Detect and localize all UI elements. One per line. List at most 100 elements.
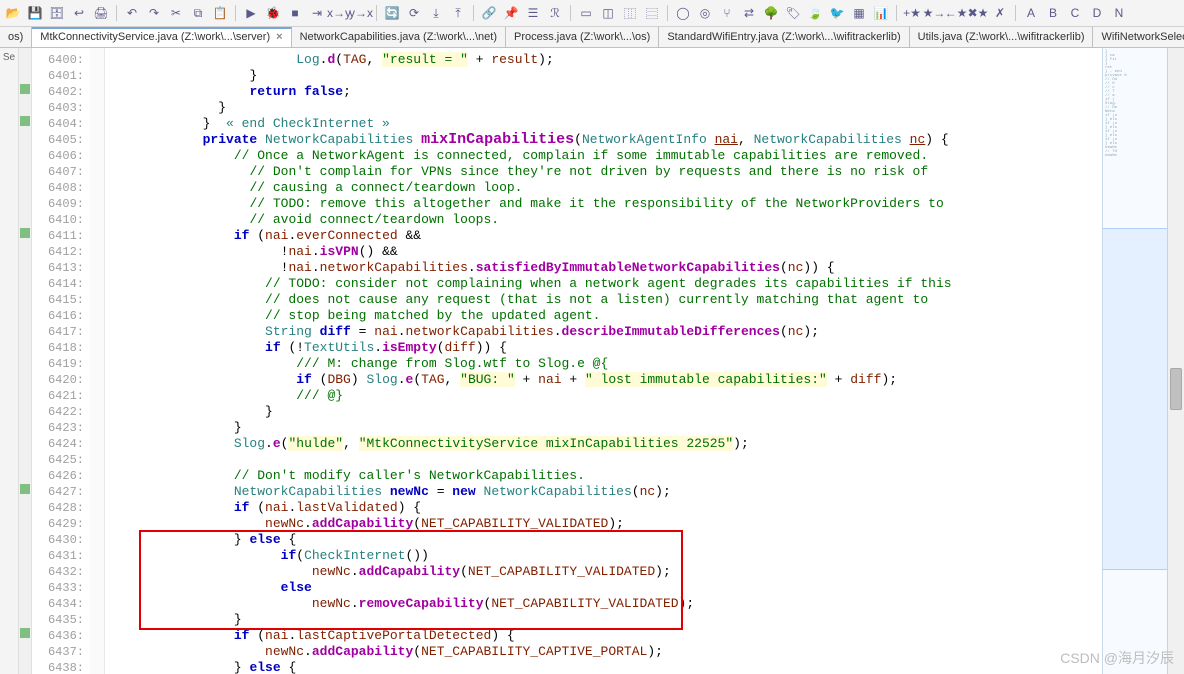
- layout4-icon[interactable]: ⿳: [643, 4, 661, 22]
- branch-icon[interactable]: ⑂: [718, 4, 736, 22]
- code-line[interactable]: String diff = nai.networkCapabilities.de…: [109, 324, 1098, 340]
- scrollbar-thumb[interactable]: [1170, 368, 1182, 410]
- close-icon[interactable]: ×: [276, 31, 282, 43]
- pin-icon[interactable]: 📌: [502, 4, 520, 22]
- debug-icon[interactable]: 🐞: [264, 4, 282, 22]
- bookmark-add-icon[interactable]: +★: [903, 4, 921, 22]
- bookmark-del-icon[interactable]: ✖★: [969, 4, 987, 22]
- bookmark-x-icon[interactable]: ✗: [991, 4, 1009, 22]
- code-line[interactable]: NetworkCapabilities newNc = new NetworkC…: [109, 484, 1098, 500]
- code-line[interactable]: /// M: change from Slog.wtf to Slog.e @{: [109, 356, 1098, 372]
- xy-icon[interactable]: x→y: [330, 4, 348, 22]
- code-line[interactable]: Slog.e("hulde", "MtkConnectivityService …: [109, 436, 1098, 452]
- code-line[interactable]: } else {: [109, 660, 1098, 674]
- code-line[interactable]: // stop being matched by the updated age…: [109, 308, 1098, 324]
- import-icon[interactable]: ⤓: [427, 4, 445, 22]
- refresh-icon[interactable]: ⟳: [405, 4, 423, 22]
- play-icon[interactable]: ▶: [242, 4, 260, 22]
- minimap[interactable]: }} ca} fir}ret} - endprivate N// On// D/…: [1102, 48, 1167, 674]
- bookmark-prev-icon[interactable]: ←★: [947, 4, 965, 22]
- paste-icon[interactable]: 📋: [211, 4, 229, 22]
- layout1-icon[interactable]: ▭: [577, 4, 595, 22]
- layers-icon[interactable]: ☰: [524, 4, 542, 22]
- tab-4[interactable]: StandardWifiEntry.java (Z:\work\...\wifi…: [659, 27, 909, 47]
- print-icon[interactable]: 🖨: [92, 4, 110, 22]
- code-line[interactable]: // avoid connect/teardown loops.: [109, 212, 1098, 228]
- code-line[interactable]: newNc.removeCapability(NET_CAPABILITY_VA…: [109, 596, 1098, 612]
- c-box-icon[interactable]: C: [1066, 4, 1084, 22]
- sync-icon[interactable]: 🔄: [383, 4, 401, 22]
- code-line[interactable]: if (nai.lastCaptivePortalDetected) {: [109, 628, 1098, 644]
- code-line[interactable]: // Don't modify caller's NetworkCapabili…: [109, 468, 1098, 484]
- code-line[interactable]: /// @}: [109, 388, 1098, 404]
- target-icon[interactable]: ◎: [696, 4, 714, 22]
- chart-icon[interactable]: 📊: [872, 4, 890, 22]
- code-line[interactable]: // Once a NetworkAgent is connected, com…: [109, 148, 1098, 164]
- export-icon[interactable]: ⤒: [449, 4, 467, 22]
- code-line[interactable]: }: [109, 612, 1098, 628]
- code-line[interactable]: return false;: [109, 84, 1098, 100]
- d-box-icon[interactable]: D: [1088, 4, 1106, 22]
- bird-icon[interactable]: 🐦: [828, 4, 846, 22]
- tab-5[interactable]: Utils.java (Z:\work\...\wifitrackerlib): [910, 27, 1094, 47]
- step-icon[interactable]: ⇥: [308, 4, 326, 22]
- tree-icon[interactable]: 🌳: [762, 4, 780, 22]
- stop-icon[interactable]: ■: [286, 4, 304, 22]
- code-line[interactable]: newNc.addCapability(NET_CAPABILITY_CAPTI…: [109, 644, 1098, 660]
- tab-6[interactable]: WifiNetworkSelector.java (Z:\work\...\w: [1093, 27, 1184, 47]
- code-line[interactable]: if (nai.lastValidated) {: [109, 500, 1098, 516]
- code-line[interactable]: else: [109, 580, 1098, 596]
- code-line[interactable]: !nai.networkCapabilities.satisfiedByImmu…: [109, 260, 1098, 276]
- minimap-viewport[interactable]: [1103, 228, 1167, 570]
- n-box-icon[interactable]: N: [1110, 4, 1128, 22]
- folder-open-icon[interactable]: 📂: [4, 4, 22, 22]
- a-box-icon[interactable]: A: [1022, 4, 1040, 22]
- copy-icon[interactable]: ⧉: [189, 4, 207, 22]
- code-line[interactable]: Log.d(TAG, "result = " + result);: [109, 52, 1098, 68]
- code-line[interactable]: }: [109, 68, 1098, 84]
- tab-1[interactable]: MtkConnectivityService.java (Z:\work\...…: [32, 27, 291, 47]
- link-icon[interactable]: 🔗: [480, 4, 498, 22]
- code-editor[interactable]: Log.d(TAG, "result = " + result); } retu…: [105, 48, 1102, 674]
- code-line[interactable]: newNc.addCapability(NET_CAPABILITY_VALID…: [109, 516, 1098, 532]
- leaf-icon[interactable]: 🍃: [806, 4, 824, 22]
- redo-icon[interactable]: ↷: [145, 4, 163, 22]
- layout2-icon[interactable]: ◫: [599, 4, 617, 22]
- bookmark-next-icon[interactable]: ★→: [925, 4, 943, 22]
- code-line[interactable]: // TODO: remove this altogether and make…: [109, 196, 1098, 212]
- code-line[interactable]: }: [109, 420, 1098, 436]
- tab-3[interactable]: Process.java (Z:\work\...\os): [506, 27, 659, 47]
- code-line[interactable]: if (!TextUtils.isEmpty(diff)) {: [109, 340, 1098, 356]
- circle-icon[interactable]: ◯: [674, 4, 692, 22]
- code-line[interactable]: // causing a connect/teardown loop.: [109, 180, 1098, 196]
- code-line[interactable]: // TODO: consider not complaining when a…: [109, 276, 1098, 292]
- tab-0[interactable]: os): [0, 27, 32, 47]
- code-line[interactable]: if (DBG) Slog.e(TAG, "BUG: " + nai + " l…: [109, 372, 1098, 388]
- code-line[interactable]: // does not cause any request (that is n…: [109, 292, 1098, 308]
- save-icon[interactable]: 💾: [26, 4, 44, 22]
- code-line[interactable]: private NetworkCapabilities mixInCapabil…: [109, 132, 1098, 148]
- code-line[interactable]: if(CheckInternet()): [109, 548, 1098, 564]
- tab-2[interactable]: NetworkCapabilities.java (Z:\work\...\ne…: [292, 27, 506, 47]
- code-line[interactable]: } « end CheckInternet »: [109, 116, 1098, 132]
- code-line[interactable]: newNc.addCapability(NET_CAPABILITY_VALID…: [109, 564, 1098, 580]
- grid-icon[interactable]: ▦: [850, 4, 868, 22]
- cut-icon[interactable]: ✂: [167, 4, 185, 22]
- code-line[interactable]: !nai.isVPN() &&: [109, 244, 1098, 260]
- code-line[interactable]: }: [109, 100, 1098, 116]
- sidebar-label[interactable]: Se: [3, 52, 15, 63]
- tag-icon[interactable]: 🏷: [784, 4, 802, 22]
- revert-icon[interactable]: ↩: [70, 4, 88, 22]
- r-icon[interactable]: ℛ: [546, 4, 564, 22]
- code-line[interactable]: }: [109, 404, 1098, 420]
- code-line[interactable]: [109, 452, 1098, 468]
- code-line[interactable]: } else {: [109, 532, 1098, 548]
- layout3-icon[interactable]: ⿲: [621, 4, 639, 22]
- undo-icon[interactable]: ↶: [123, 4, 141, 22]
- save-all-icon[interactable]: 🗄: [48, 4, 66, 22]
- b-box-icon[interactable]: B: [1044, 4, 1062, 22]
- vertical-scrollbar[interactable]: [1167, 48, 1184, 674]
- code-line[interactable]: // Don't complain for VPNs since they're…: [109, 164, 1098, 180]
- compare-icon[interactable]: ⇄: [740, 4, 758, 22]
- yx-icon[interactable]: y→x: [352, 4, 370, 22]
